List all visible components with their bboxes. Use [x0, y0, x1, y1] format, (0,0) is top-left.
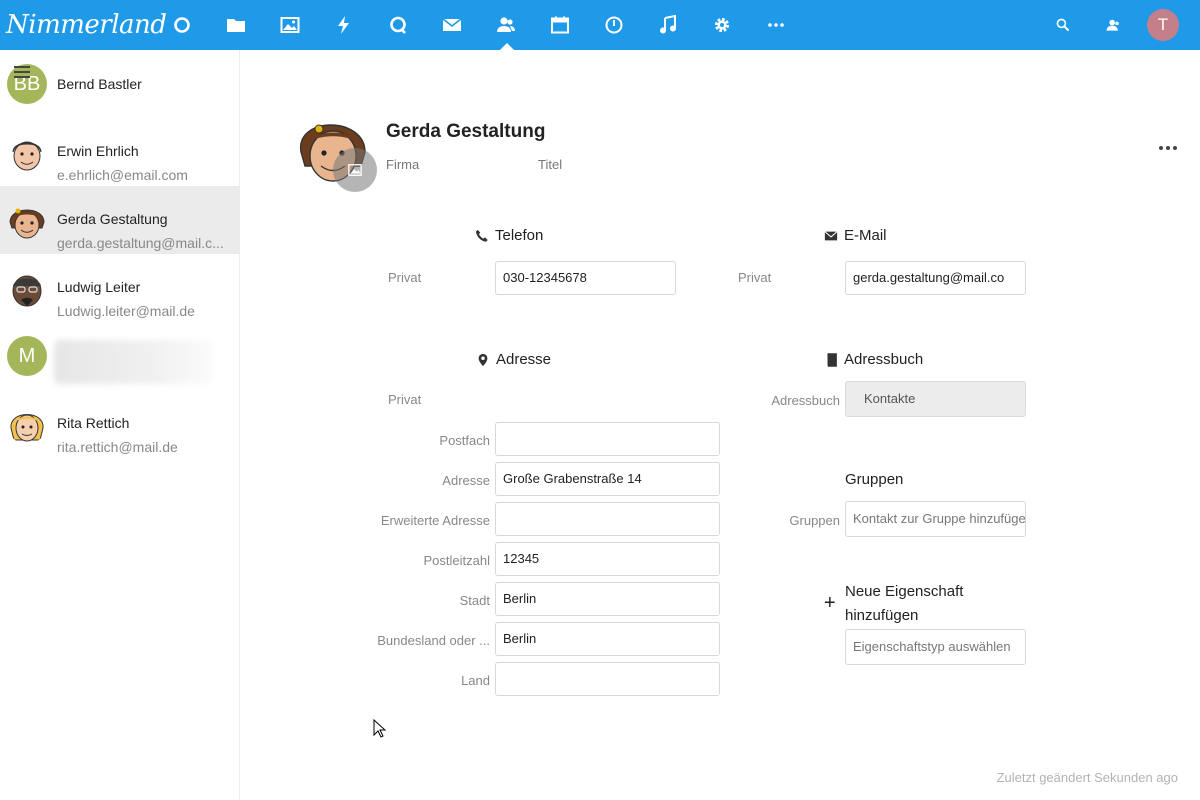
postal-code-input[interactable]: 12345	[495, 542, 720, 576]
mouse-cursor-icon	[373, 719, 387, 738]
addressbook-section-title: Adressbuch	[824, 351, 923, 368]
avatar-initials: M	[18, 344, 36, 367]
music-icon[interactable]	[656, 13, 680, 37]
city-input[interactable]: Berlin	[495, 582, 720, 616]
avatar	[7, 404, 47, 444]
address-field-label: Postfach	[439, 433, 490, 448]
avatar	[7, 268, 47, 308]
email-section-title: E-Mail	[824, 227, 887, 244]
photos-icon[interactable]	[278, 13, 302, 37]
avatar: M	[7, 336, 47, 376]
contacts-icon[interactable]	[494, 13, 518, 37]
contact-email: Ludwig.leiter@mail.de	[57, 303, 195, 319]
contact-email: rita.rettich@mail.de	[57, 439, 178, 455]
clock-icon[interactable]	[602, 13, 626, 37]
contact-list-item[interactable]: Rita Rettich rita.rettich@mail.de	[0, 390, 239, 458]
groups-input[interactable]: Kontakt zur Gruppe hinzufügen	[845, 501, 1026, 537]
active-app-indicator	[500, 43, 514, 50]
add-property-label[interactable]: Neue Eigenschaft hinzufügen	[845, 580, 1005, 628]
email-type-label[interactable]: Privat	[738, 270, 771, 285]
property-type-select[interactable]: Eigenschaftstyp auswählen	[845, 629, 1026, 665]
address-section-title: Adresse	[476, 351, 551, 368]
talk-icon[interactable]	[386, 13, 410, 37]
contact-name: Bernd Bastler	[57, 76, 142, 92]
calendar-icon[interactable]	[548, 13, 572, 37]
contact-name: Erwin Ehrlich	[57, 143, 139, 159]
phone-section-title: Telefon	[475, 227, 543, 244]
contact-full-name[interactable]: Gerda Gestaltung	[386, 121, 545, 143]
address-field-label: Adresse	[442, 473, 490, 488]
contact-name: Ludwig Leiter	[57, 279, 141, 295]
groups-label: Gruppen	[789, 513, 840, 528]
title-field[interactable]: Titel	[538, 157, 562, 172]
contact-list-item[interactable]: BB Bernd Bastler	[0, 50, 239, 118]
contact-list-item[interactable]: Gerda Gestaltung gerda.gestaltung@mail.c…	[0, 186, 239, 254]
user-avatar[interactable]: T	[1147, 9, 1179, 41]
po-box-input[interactable]	[495, 422, 720, 456]
contact-list-item[interactable]: M	[0, 322, 239, 390]
addressbook-label: Adressbuch	[771, 393, 840, 408]
book-icon	[827, 352, 837, 367]
contact-list-item[interactable]: Erwin Ehrlich e.ehrlich@email.com	[0, 118, 239, 186]
files-icon[interactable]	[224, 13, 248, 37]
activity-icon[interactable]	[332, 13, 356, 37]
contact-name: Rita Rettich	[57, 415, 130, 431]
country-input[interactable]	[495, 662, 720, 696]
address-field-label: Land	[461, 673, 490, 688]
phone-icon	[475, 229, 488, 242]
contact-email: gerda.gestaltung@mail.c...	[57, 235, 224, 251]
addressbook-select[interactable]: Kontakte	[845, 381, 1026, 417]
avatar	[7, 200, 47, 240]
contact-name: Gerda Gestaltung	[57, 211, 168, 227]
contact-email: e.ehrlich@email.com	[57, 167, 188, 183]
search-icon[interactable]	[1051, 13, 1075, 37]
dashboard-icon[interactable]	[170, 13, 194, 37]
more-apps-icon[interactable]	[764, 13, 788, 37]
address-field-label: Erweiterte Adresse	[380, 513, 490, 528]
menu-icon[interactable]	[14, 66, 30, 78]
image-icon	[348, 164, 362, 176]
add-property-icon[interactable]: +	[824, 593, 836, 613]
contacts-menu-icon[interactable]	[1101, 13, 1125, 37]
email-input[interactable]: gerda.gestaltung@mail.co	[845, 261, 1026, 295]
top-bar: Nimmerland T	[0, 0, 1200, 50]
address-field-label: Bundesland oder ...	[377, 633, 490, 648]
logo[interactable]: Nimmerland	[6, 6, 167, 44]
phone-input[interactable]: 030-12345678	[495, 261, 676, 295]
groups-section-title: Gruppen	[845, 471, 904, 488]
change-photo-button[interactable]	[333, 148, 377, 192]
company-field[interactable]: Firma	[386, 157, 419, 172]
street-input[interactable]: Große Grabenstraße 14	[495, 462, 720, 496]
address-type-label[interactable]: Privat	[388, 392, 421, 407]
mail-icon	[824, 230, 838, 240]
address-field-label: Stadt	[459, 593, 490, 608]
blurred-contact-name	[54, 340, 214, 384]
user-initial: T	[1157, 15, 1169, 34]
phone-type-label[interactable]: Privat	[388, 270, 421, 285]
last-modified-status: Zuletzt geändert Sekunden ago	[996, 770, 1178, 785]
extended-address-input[interactable]	[495, 502, 720, 536]
logo-text: Nimmerland	[6, 10, 167, 40]
more-options-icon[interactable]	[1157, 140, 1179, 156]
settings-icon[interactable]	[710, 13, 734, 37]
mail-icon[interactable]	[440, 13, 464, 37]
contact-list-item[interactable]: Ludwig Leiter Ludwig.leiter@mail.de	[0, 254, 239, 322]
location-pin-icon	[478, 353, 488, 366]
address-field-label: Postleitzahl	[423, 553, 490, 568]
contact-list: BB Bernd Bastler Erwin Ehrlich e.ehrlich…	[0, 50, 240, 800]
state-input[interactable]: Berlin	[495, 622, 720, 656]
avatar	[7, 132, 47, 172]
